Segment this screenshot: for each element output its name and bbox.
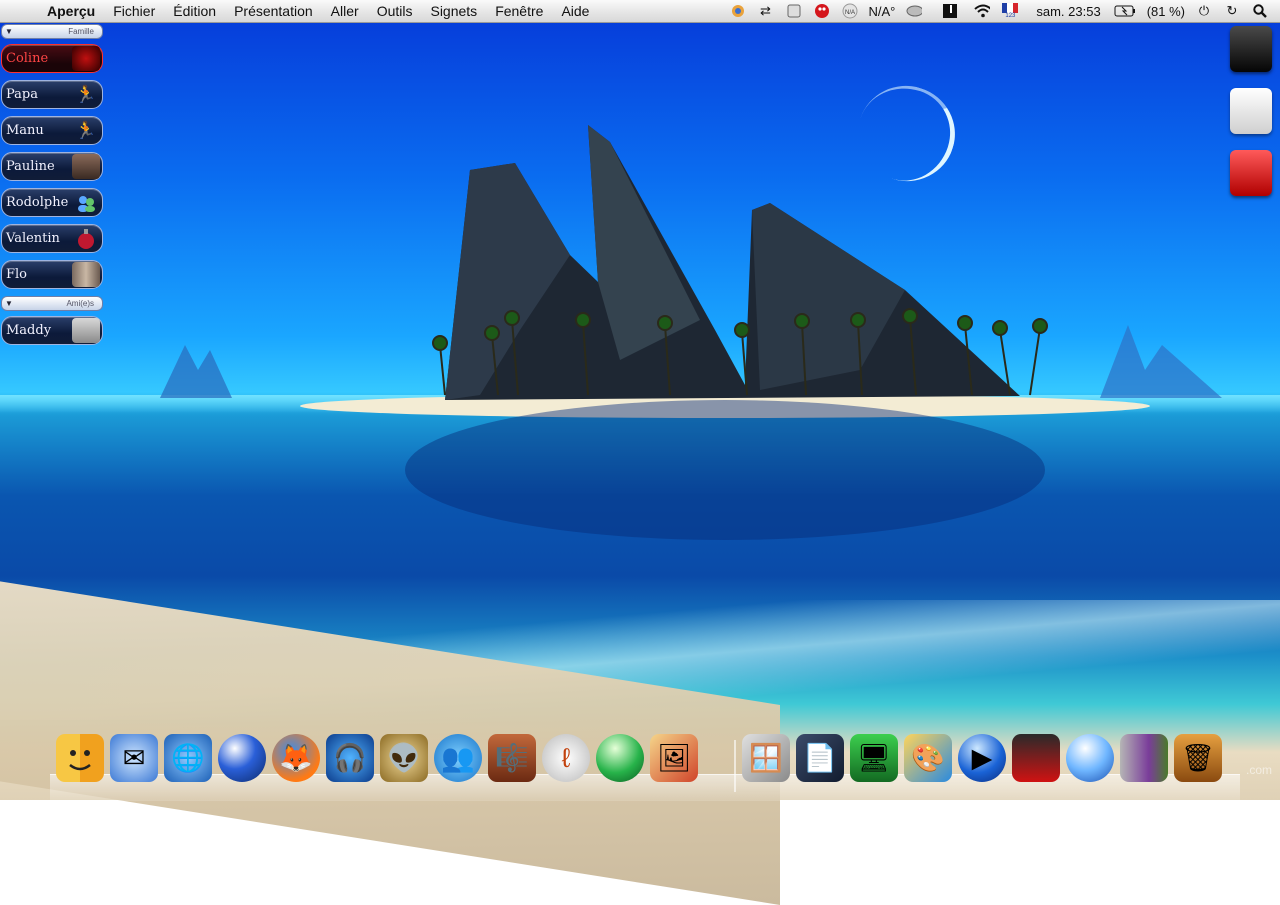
disk-icon[interactable] bbox=[906, 3, 922, 19]
buddy-name: Rodolphe bbox=[2, 195, 68, 210]
buddy-flo[interactable]: Flo bbox=[1, 260, 103, 289]
menu-fenetre[interactable]: Fenêtre bbox=[486, 3, 552, 19]
spotlight-search-icon[interactable] bbox=[1252, 3, 1268, 19]
menu-signets[interactable]: Signets bbox=[421, 3, 486, 19]
safari-orb-icon[interactable] bbox=[1066, 734, 1114, 782]
notes-icon[interactable] bbox=[786, 3, 802, 19]
buddy-name: Coline bbox=[2, 51, 48, 66]
menu-edition[interactable]: Édition bbox=[164, 3, 225, 19]
red-gadget-icon[interactable] bbox=[1012, 734, 1060, 782]
spaces-icon[interactable] bbox=[942, 3, 958, 19]
sphere-icon[interactable] bbox=[218, 734, 266, 782]
network-monitor-icon[interactable]: 🖥 bbox=[850, 734, 898, 782]
paint-icon[interactable]: 🎨 bbox=[904, 734, 952, 782]
sync-arrows-icon[interactable]: ⇄ bbox=[758, 3, 774, 19]
clock[interactable]: sam. 23:53 bbox=[1036, 4, 1100, 19]
menu-aller[interactable]: Aller bbox=[322, 3, 368, 19]
watermark: .com bbox=[1246, 763, 1272, 777]
finder-icon[interactable] bbox=[56, 734, 104, 782]
dock: ✉ 🌐 🦊 🎧 👽 👥 🎼 ℓ 🖼 🪟 📄 🖥 🎨 ▶ 🗑 bbox=[50, 732, 1240, 800]
archive-icon[interactable] bbox=[1120, 734, 1168, 782]
app-status-icon[interactable] bbox=[730, 3, 746, 19]
buddy-name: Flo bbox=[2, 267, 27, 282]
hard-drive-black-icon[interactable] bbox=[1230, 26, 1272, 72]
dock-separator bbox=[734, 740, 736, 792]
menu-presentation[interactable]: Présentation bbox=[225, 3, 322, 19]
menu-extras: ⇄ N/A N/A° 123 sam. 23:53 (81 %) ⏻ ↻ bbox=[724, 0, 1280, 22]
trash-icon[interactable]: 🗑 bbox=[1174, 734, 1222, 782]
avatar bbox=[72, 262, 100, 287]
music-headphones-icon[interactable]: 🎧 bbox=[326, 734, 374, 782]
buddy-name: Pauline bbox=[2, 159, 55, 174]
dreamweaver-icon[interactable]: ℓ bbox=[542, 734, 590, 782]
green-orb-icon[interactable] bbox=[596, 734, 644, 782]
menu-aide[interactable]: Aide bbox=[552, 3, 598, 19]
buddy-papa[interactable]: Papa 🏃 bbox=[1, 80, 103, 109]
buddy-rodolphe[interactable]: Rodolphe bbox=[1, 188, 103, 217]
refresh-icon[interactable]: ↻ bbox=[1224, 3, 1240, 19]
hard-drive-red-icon[interactable] bbox=[1230, 150, 1272, 196]
firefox-icon[interactable]: 🦊 bbox=[272, 734, 320, 782]
buddy-list: ▼ Famille Coline Papa 🏃 Manu 🏃 Pauline R… bbox=[0, 24, 104, 352]
svg-text:N/A: N/A bbox=[844, 10, 854, 16]
disclosure-triangle-icon[interactable]: ▼ bbox=[2, 299, 16, 308]
avatar bbox=[72, 318, 100, 343]
group-header-amis[interactable]: ▼ Ami(e)s bbox=[1, 296, 103, 311]
document-icon[interactable]: 📄 bbox=[796, 734, 844, 782]
group-header-famille[interactable]: ▼ Famille bbox=[1, 24, 103, 39]
buddy-coline[interactable]: Coline bbox=[1, 44, 103, 73]
avatar bbox=[72, 46, 100, 71]
buddies-icon bbox=[72, 190, 100, 215]
menu-bar: Aperçu Fichier Édition Présentation Alle… bbox=[0, 0, 1280, 23]
running-figure-icon: 🏃 bbox=[72, 82, 100, 107]
itunes-icon[interactable]: 🎼 bbox=[488, 734, 536, 782]
adium-icon[interactable]: 👽 bbox=[380, 734, 428, 782]
battery-icon[interactable] bbox=[1114, 3, 1136, 19]
group-name: Famille bbox=[16, 27, 102, 36]
avatar bbox=[72, 154, 100, 179]
menu-outils[interactable]: Outils bbox=[368, 3, 422, 19]
weather-icon[interactable]: N/A bbox=[842, 3, 858, 19]
messenger-icon[interactable]: 👥 bbox=[434, 734, 482, 782]
network-icon[interactable]: 🌐 bbox=[164, 734, 212, 782]
battery-percentage[interactable]: (81 %) bbox=[1147, 4, 1185, 19]
power-icon[interactable]: ⏻ bbox=[1196, 3, 1212, 19]
quicktime-icon[interactable]: ▶ bbox=[958, 734, 1006, 782]
menu-fichier[interactable]: Fichier bbox=[104, 3, 164, 19]
running-figure-icon: 🏃 bbox=[72, 118, 100, 143]
mail-icon[interactable]: ✉ bbox=[110, 734, 158, 782]
wifi-icon[interactable] bbox=[974, 3, 990, 19]
keyboard-layout-code: 123 bbox=[1005, 13, 1015, 19]
buddy-name: Papa bbox=[2, 87, 38, 102]
app-menu[interactable]: Aperçu bbox=[38, 3, 104, 19]
buddy-maddy[interactable]: Maddy bbox=[1, 316, 103, 345]
buddy-pauline[interactable]: Pauline bbox=[1, 152, 103, 181]
office-icon[interactable]: 🪟 bbox=[742, 734, 790, 782]
hard-drive-white-icon[interactable] bbox=[1230, 88, 1272, 134]
buddy-name: Manu bbox=[2, 123, 44, 138]
disclosure-triangle-icon[interactable]: ▼ bbox=[2, 27, 16, 36]
weather-temperature[interactable]: N/A° bbox=[869, 4, 896, 19]
buddy-name: Valentin bbox=[2, 231, 60, 246]
buddy-name: Maddy bbox=[2, 323, 51, 338]
grenade-icon bbox=[72, 226, 100, 251]
photo-icon[interactable]: 🖼 bbox=[650, 734, 698, 782]
keyboard-layout-flag-icon[interactable]: 123 bbox=[1002, 3, 1018, 19]
buddy-valentin[interactable]: Valentin bbox=[1, 224, 103, 253]
group-name: Ami(e)s bbox=[16, 299, 102, 308]
red-creature-icon[interactable] bbox=[814, 3, 830, 19]
buddy-manu[interactable]: Manu 🏃 bbox=[1, 116, 103, 145]
